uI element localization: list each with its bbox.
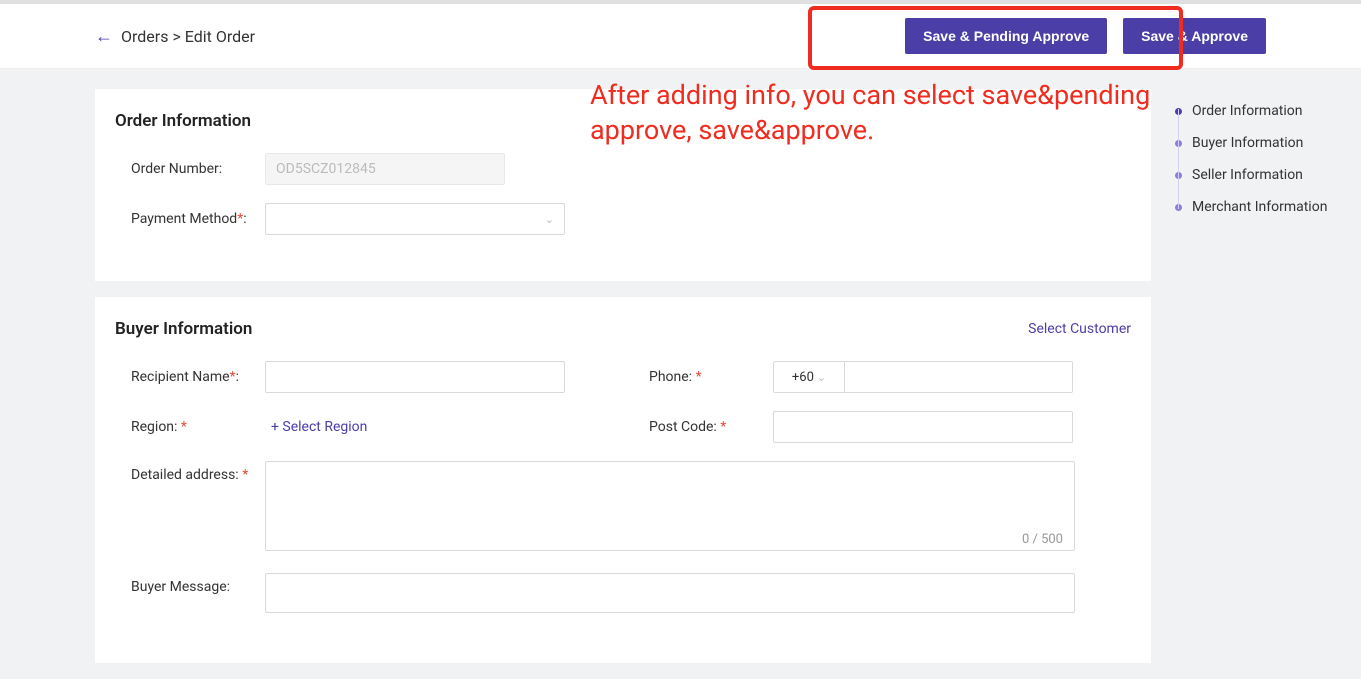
address-char-count: 0 / 500: [1022, 532, 1063, 547]
back-arrow-icon[interactable]: ←: [95, 26, 113, 47]
order-number-label: Order Number:: [115, 161, 265, 177]
breadcrumb-root[interactable]: Orders: [121, 27, 168, 46]
phone-label: Phone: *: [633, 369, 773, 385]
order-information-card: Order Information Order Number: OD5SCZ01…: [95, 89, 1151, 281]
recipient-name-input[interactable]: [265, 361, 565, 393]
buyer-message-label: Buyer Message:: [115, 573, 265, 595]
anchor-nav: Order Information Buyer Information Sell…: [1175, 89, 1355, 223]
order-number-field: OD5SCZ012845: [265, 153, 505, 185]
payment-method-select[interactable]: ⌄: [265, 203, 565, 235]
anchor-order-information[interactable]: Order Information: [1175, 95, 1355, 127]
page-header: ← Orders > Edit Order Save & Pending App…: [0, 4, 1361, 69]
buyer-message-input[interactable]: [265, 573, 1075, 613]
save-approve-button[interactable]: Save & Approve: [1123, 18, 1266, 54]
buyer-information-card: Buyer Information Select Customer Recipi…: [95, 297, 1151, 663]
postcode-input[interactable]: [773, 411, 1073, 443]
anchor-line: [1178, 109, 1179, 209]
region-label: Region: *: [115, 419, 265, 435]
anchor-label: Order Information: [1192, 103, 1303, 119]
save-pending-approve-button[interactable]: Save & Pending Approve: [905, 18, 1107, 54]
select-customer-link[interactable]: Select Customer: [1028, 321, 1131, 337]
postcode-label: Post Code: *: [633, 419, 773, 435]
detailed-address-label: Detailed address: *: [115, 461, 265, 483]
anchor-buyer-information[interactable]: Buyer Information: [1175, 127, 1355, 159]
anchor-merchant-information[interactable]: Merchant Information: [1175, 191, 1355, 223]
recipient-name-label: Recipient Name*:: [115, 369, 265, 385]
select-region-link[interactable]: + Select Region: [265, 419, 367, 435]
breadcrumb: Orders > Edit Order: [121, 27, 255, 46]
order-info-title: Order Information: [115, 111, 251, 131]
anchor-label: Seller Information: [1192, 167, 1303, 183]
payment-method-label: Payment Method*:: [115, 211, 265, 227]
breadcrumb-current: Edit Order: [185, 27, 255, 46]
phone-input[interactable]: [845, 361, 1073, 393]
chevron-down-icon: ⌄: [817, 371, 826, 384]
breadcrumb-sep: >: [172, 27, 180, 46]
anchor-label: Merchant Information: [1192, 199, 1327, 215]
chevron-down-icon: ⌄: [545, 213, 554, 226]
anchor-seller-information[interactable]: Seller Information: [1175, 159, 1355, 191]
buyer-info-title: Buyer Information: [115, 319, 252, 339]
phone-prefix-select[interactable]: +60 ⌄: [773, 361, 845, 393]
anchor-label: Buyer Information: [1192, 135, 1303, 151]
detailed-address-input[interactable]: [265, 461, 1075, 551]
